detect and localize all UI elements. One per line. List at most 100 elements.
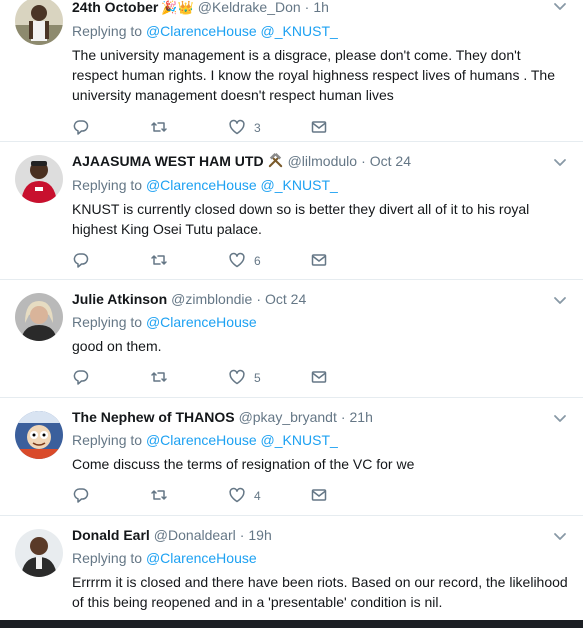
like-button[interactable]: 6	[228, 251, 310, 272]
retweet-icon	[150, 118, 168, 139]
like-button[interactable]: 3	[228, 118, 310, 139]
display-name[interactable]: AJAASUMA WEST HAM UTD	[72, 151, 264, 171]
replying-prefix: Replying to	[72, 314, 143, 330]
reply-button[interactable]	[72, 486, 150, 507]
retweet-button[interactable]	[150, 251, 228, 272]
mention-link[interactable]: @_KNUST_	[261, 23, 338, 39]
tweet-actions: 6	[72, 251, 583, 271]
replying-to: Replying to @ClarenceHouse	[72, 312, 583, 332]
like-icon	[228, 368, 246, 389]
tweet[interactable]: Donald Earl @Donaldearl · 19h Replying t…	[0, 516, 583, 625]
tweet[interactable]: Julie Atkinson @zimblondie · Oct 24 Repl…	[0, 280, 583, 398]
reply-button[interactable]	[72, 368, 150, 389]
retweet-icon	[150, 368, 168, 389]
reply-button[interactable]	[72, 118, 150, 139]
dm-button[interactable]	[310, 118, 328, 139]
separator-dot: ·	[340, 409, 346, 425]
tweet-header: Julie Atkinson @zimblondie · Oct 24	[72, 289, 583, 309]
replying-to: Replying to @ClarenceHouse @_KNUST_	[72, 21, 583, 41]
like-icon	[228, 486, 246, 507]
username[interactable]: @Donaldearl	[154, 525, 236, 545]
replying-to: Replying to @ClarenceHouse @_KNUST_	[72, 175, 583, 195]
mention-link[interactable]: @ClarenceHouse	[146, 314, 257, 330]
tweet-header: AJAASUMA WEST HAM UTD @lilmodulo · Oct 2…	[72, 151, 583, 172]
tweet-text: good on them.	[72, 338, 162, 354]
reply-icon	[72, 118, 90, 139]
username[interactable]: @zimblondie	[171, 289, 252, 309]
display-name[interactable]: Donald Earl	[72, 525, 150, 545]
avatar[interactable]	[15, 0, 63, 45]
tweet-text: Come discuss the terms of resignation of…	[72, 456, 415, 472]
caret-down-icon[interactable]	[551, 0, 569, 15]
tweet[interactable]: 24th October 🎉👑 @Keldrake_Don · 1h Reply…	[0, 0, 583, 142]
mention-link[interactable]: @ClarenceHouse	[146, 550, 257, 566]
replying-prefix: Replying to	[72, 550, 143, 566]
bottom-strip	[0, 620, 583, 628]
like-count: 6	[254, 254, 261, 268]
caret-down-icon[interactable]	[551, 527, 569, 545]
timestamp[interactable]: 1h	[313, 0, 329, 17]
avatar[interactable]	[15, 155, 63, 203]
replying-to: Replying to @ClarenceHouse	[72, 548, 583, 568]
username[interactable]: @Keldrake_Don	[198, 0, 301, 17]
timestamp[interactable]: Oct 24	[265, 289, 306, 309]
username[interactable]: @pkay_bryandt	[239, 407, 337, 427]
caret-down-icon[interactable]	[551, 409, 569, 427]
tweet-header: 24th October 🎉👑 @Keldrake_Don · 1h	[72, 0, 583, 18]
timestamp[interactable]: 21h	[350, 407, 373, 427]
avatar[interactable]	[15, 529, 63, 577]
name-emoji: 🎉👑	[161, 0, 194, 15]
retweet-button[interactable]	[150, 368, 228, 389]
avatar[interactable]	[15, 411, 63, 459]
tweet-actions: 4	[72, 486, 583, 506]
retweet-icon	[150, 251, 168, 272]
caret-down-icon[interactable]	[551, 153, 569, 171]
hammer-pick-icon	[267, 152, 284, 172]
username[interactable]: @lilmodulo	[288, 151, 357, 171]
tweet-actions: 5	[72, 368, 583, 388]
replying-to: Replying to @ClarenceHouse @_KNUST_	[72, 430, 583, 450]
mention-link[interactable]: @ClarenceHouse	[146, 23, 257, 39]
display-name[interactable]: The Nephew of THANOS	[72, 407, 235, 427]
tweet-header: The Nephew of THANOS @pkay_bryandt · 21h	[72, 407, 583, 427]
like-count: 4	[254, 489, 261, 503]
avatar[interactable]	[15, 293, 63, 341]
mention-link[interactable]: @_KNUST_	[261, 432, 338, 448]
like-button[interactable]: 4	[228, 486, 310, 507]
like-icon	[228, 118, 246, 139]
tweet-text: Errrrm it is closed and there have been …	[72, 574, 568, 610]
like-count: 3	[254, 121, 261, 135]
replying-prefix: Replying to	[72, 23, 143, 39]
tweet[interactable]: AJAASUMA WEST HAM UTD @lilmodulo · Oct 2…	[0, 142, 583, 280]
mention-link[interactable]: @ClarenceHouse	[146, 177, 257, 193]
separator-dot: ·	[304, 0, 310, 15]
separator-dot: ·	[256, 291, 261, 307]
retweet-button[interactable]	[150, 486, 228, 507]
reply-button[interactable]	[72, 251, 150, 272]
like-button[interactable]: 5	[228, 368, 310, 389]
dm-icon	[310, 251, 328, 272]
dm-button[interactable]	[310, 368, 328, 389]
dm-button[interactable]	[310, 486, 328, 507]
separator-dot: ·	[239, 527, 245, 543]
mention-link[interactable]: @ClarenceHouse	[146, 432, 257, 448]
tweet-text: KNUST is currently closed down so is bet…	[72, 201, 530, 237]
dm-button[interactable]	[310, 251, 328, 272]
retweet-button[interactable]	[150, 118, 228, 139]
retweet-icon	[150, 486, 168, 507]
reply-feed: 24th October 🎉👑 @Keldrake_Don · 1h Reply…	[0, 0, 583, 628]
replying-prefix: Replying to	[72, 177, 143, 193]
timestamp[interactable]: Oct 24	[370, 151, 411, 171]
display-name[interactable]: Julie Atkinson	[72, 289, 167, 309]
dm-icon	[310, 486, 328, 507]
tweet-header: Donald Earl @Donaldearl · 19h	[72, 525, 583, 545]
caret-down-icon[interactable]	[551, 291, 569, 309]
display-name[interactable]: 24th October	[72, 0, 158, 17]
reply-icon	[72, 251, 90, 272]
timestamp[interactable]: 19h	[248, 525, 271, 545]
tweet-actions: 3	[72, 118, 583, 138]
tweet[interactable]: The Nephew of THANOS @pkay_bryandt · 21h…	[0, 398, 583, 516]
dm-icon	[310, 368, 328, 389]
mention-link[interactable]: @_KNUST_	[261, 177, 338, 193]
tweet-text: The university management is a disgrace,…	[72, 47, 555, 103]
